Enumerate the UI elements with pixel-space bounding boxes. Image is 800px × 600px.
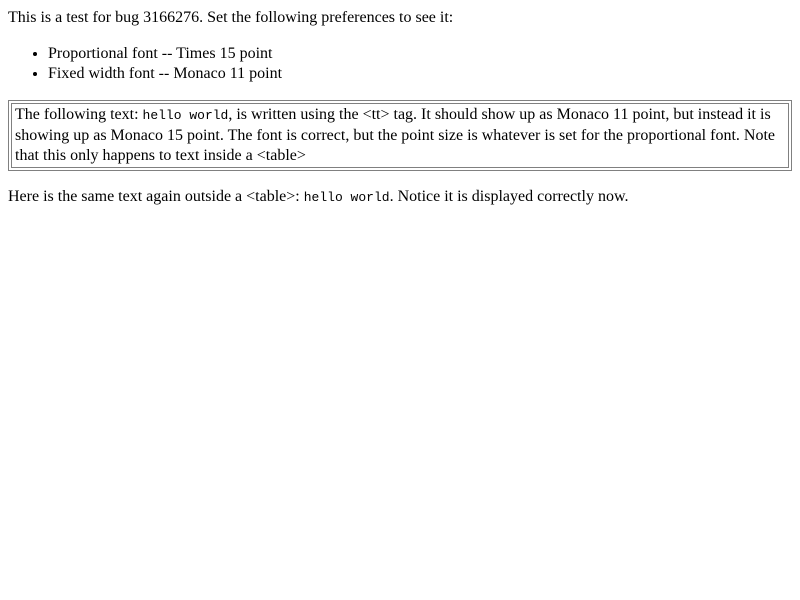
list-item-proportional-font: Proportional font -- Times 15 point bbox=[48, 44, 792, 64]
bordered-table: The following text: hello world, is writ… bbox=[8, 100, 792, 171]
preferences-list: Proportional font -- Times 15 point Fixe… bbox=[8, 44, 792, 84]
outside-text-after: . Notice it is displayed correctly now. bbox=[389, 188, 629, 205]
cell-text-before: The following text: bbox=[15, 106, 143, 123]
intro-paragraph: This is a test for bug 3166276. Set the … bbox=[8, 9, 454, 26]
outside-tt-text: hello world bbox=[303, 190, 390, 205]
table-cell: The following text: hello world, is writ… bbox=[11, 103, 789, 168]
outside-paragraph: Here is the same text again outside a <t… bbox=[8, 187, 792, 208]
list-item-fixed-width-font: Fixed width font -- Monaco 11 point bbox=[48, 64, 792, 84]
page-body: This is a test for bug 3166276. Set the … bbox=[0, 0, 800, 208]
outside-text-before: Here is the same text again outside a <t… bbox=[8, 188, 304, 205]
cell-tt-text: hello world bbox=[142, 108, 229, 123]
